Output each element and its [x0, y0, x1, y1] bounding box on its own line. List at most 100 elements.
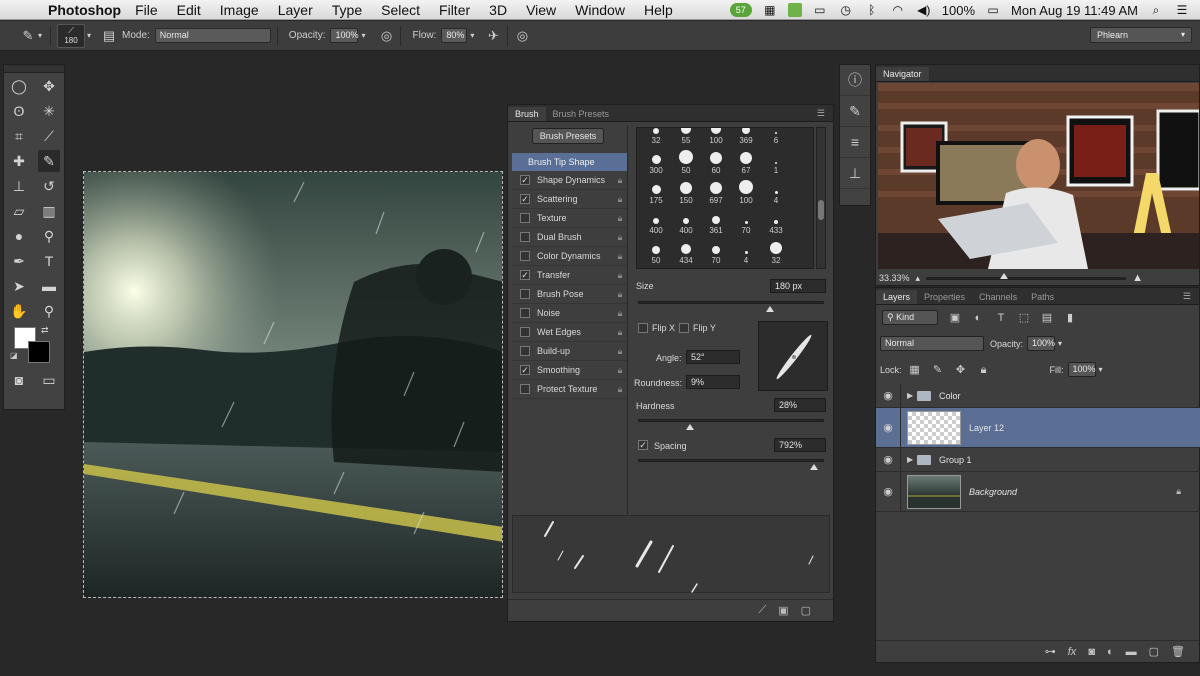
lock-all-icon[interactable]: 🔒︎	[977, 363, 991, 377]
option-lock-icon[interactable]: 🔒︎	[614, 193, 626, 205]
size-slider-knob[interactable]	[766, 306, 774, 312]
brush-option-dual-brush[interactable]: Dual Brush 🔒︎	[512, 228, 628, 247]
trash-icon[interactable]: 🗑︎	[1171, 645, 1185, 658]
tab-brush[interactable]: Brush	[508, 107, 546, 121]
tab-channels[interactable]: Channels	[972, 290, 1024, 304]
tip-grid-scrollbar[interactable]	[816, 127, 826, 269]
panel-grip[interactable]	[4, 65, 64, 73]
option-lock-icon[interactable]: 🔒︎	[614, 212, 626, 224]
tab-brush-presets[interactable]: Brush Presets	[546, 107, 617, 121]
size-field[interactable]: 180 px	[770, 279, 826, 293]
option-checkbox[interactable]: ✓	[520, 194, 530, 204]
brush-tip[interactable]: 300	[641, 150, 671, 175]
zoom-out-icon[interactable]: ▴	[916, 273, 921, 284]
menu-help[interactable]: Help	[644, 2, 673, 18]
visibility-eye-icon[interactable]: ◉	[876, 389, 900, 402]
expand-arrow-icon[interactable]: ▶	[907, 391, 917, 400]
option-checkbox[interactable]: ✓	[520, 365, 530, 375]
adjustment-layer-icon[interactable]: ◐	[1107, 646, 1114, 658]
clone-stamp-icon[interactable]: ⊥	[8, 175, 30, 197]
brush-tool-icon[interactable]: ✎	[20, 28, 36, 44]
brush-tip[interactable]: 70	[731, 210, 761, 235]
swap-colors-icon[interactable]: ⇄	[41, 325, 49, 336]
dodge-tool-icon[interactable]: ⚲	[38, 225, 60, 247]
brush-tip[interactable]: 32	[641, 128, 671, 145]
new-brush-icon[interactable]: ▢	[801, 604, 811, 617]
menu-type[interactable]: Type	[332, 2, 362, 18]
toggle-live-tip-icon[interactable]: ⟋	[758, 604, 766, 617]
background-color-swatch[interactable]	[28, 341, 50, 363]
clone-source-icon[interactable]: ⊥	[840, 158, 870, 189]
rectangle-tool-icon[interactable]: ▬	[38, 275, 60, 297]
brush-grid-icon[interactable]: ▣	[778, 604, 788, 617]
blend-mode-select[interactable]: Normal	[880, 336, 984, 351]
status-badge[interactable]: 57	[729, 3, 752, 17]
lock-position-icon[interactable]: ✥	[954, 363, 968, 377]
expand-arrow-icon[interactable]: ▶	[907, 455, 917, 464]
brush-option-wet-edges[interactable]: Wet Edges 🔒︎	[512, 323, 628, 342]
spacing-field[interactable]: 792%	[774, 438, 826, 452]
elliptical-marquee-icon[interactable]: ◯	[8, 75, 30, 97]
spacing-slider[interactable]	[638, 459, 824, 462]
link-layers-icon[interactable]: ⊶	[1045, 645, 1056, 658]
kind-filter-select[interactable]: ⚲ Kind	[882, 310, 938, 325]
brush-tip[interactable]: 361	[701, 210, 731, 235]
app-menu[interactable]: Photoshop	[48, 2, 121, 18]
add-mask-icon[interactable]: ◙	[1088, 646, 1095, 658]
brush-option-texture[interactable]: Texture 🔒︎	[512, 209, 628, 228]
option-checkbox[interactable]	[520, 251, 530, 261]
brush-tip[interactable]: 100	[731, 180, 761, 205]
brush-presets-dock-icon[interactable]: ✎	[840, 96, 870, 127]
opacity-arrow-icon[interactable]: ▾	[358, 28, 368, 44]
layer-row-color[interactable]: ◉ ▶ Color	[876, 384, 1200, 408]
brush-tip[interactable]: 55	[671, 128, 701, 145]
lock-image-icon[interactable]: ✎	[931, 363, 945, 377]
document-canvas[interactable]	[83, 171, 503, 598]
menu-select[interactable]: Select	[381, 2, 420, 18]
option-lock-icon[interactable]: 🔒︎	[614, 345, 626, 357]
time-machine-icon[interactable]: ◷	[838, 3, 854, 17]
filter-smart-object-icon[interactable]: ▤	[1040, 311, 1054, 325]
eyedropper-icon[interactable]: ⟋	[38, 125, 60, 147]
menu-file[interactable]: File	[135, 2, 158, 18]
brush-tip[interactable]: 6	[761, 128, 791, 145]
brush-tip[interactable]: 32	[761, 240, 791, 265]
lock-transparent-icon[interactable]: ▦	[908, 363, 922, 377]
flow-arrow-icon[interactable]: ▾	[467, 28, 477, 44]
brush-tip[interactable]: 50	[641, 240, 671, 265]
filter-adjustment-icon[interactable]: ◐	[971, 311, 985, 325]
adjustments-icon[interactable]: ≡	[840, 127, 870, 158]
brush-option-color-dynamics[interactable]: Color Dynamics 🔒︎	[512, 247, 628, 266]
tab-navigator[interactable]: Navigator	[876, 67, 929, 81]
brush-picker-arrow-icon[interactable]: ▾	[85, 28, 93, 44]
info-icon[interactable]: ⓘ	[840, 65, 870, 96]
visibility-eye-icon[interactable]: ◉	[876, 421, 900, 434]
size-slider[interactable]	[638, 301, 824, 304]
layer-row-layer-12[interactable]: ◉ Layer 12	[876, 408, 1200, 448]
brush-option-protect-texture[interactable]: Protect Texture 🔒︎	[512, 380, 628, 399]
option-checkbox[interactable]	[520, 232, 530, 242]
wifi-icon[interactable]: ◠	[890, 3, 906, 17]
hardness-field[interactable]: 28%	[774, 398, 826, 412]
menu-image[interactable]: Image	[220, 2, 259, 18]
filter-toggle-icon[interactable]: ▮	[1063, 311, 1077, 325]
layers-menu-icon[interactable]: ☰	[1175, 289, 1199, 304]
brush-tip[interactable]: 434	[671, 240, 701, 265]
option-checkbox[interactable]	[520, 213, 530, 223]
crop-tool-icon[interactable]: ⌗	[8, 125, 30, 147]
move-tool-icon[interactable]: ✥	[38, 75, 60, 97]
brush-option-smoothing[interactable]: ✓ Smoothing 🔒︎	[512, 361, 628, 380]
screen-mode-icon[interactable]: ▭	[38, 369, 60, 391]
airplay-icon[interactable]: ▭	[812, 3, 828, 17]
spacing-checkbox[interactable]: ✓	[638, 440, 648, 450]
option-lock-icon[interactable]: 🔒︎	[614, 364, 626, 376]
navigator-zoom-field[interactable]: 33.33%	[879, 273, 910, 283]
brush-tip-grid[interactable]: 32 55 100 369 6 300 50 60 67 1 175 150 697 100 4 400 400…	[636, 127, 814, 269]
default-colors-icon[interactable]: ◪	[10, 351, 18, 360]
tab-properties[interactable]: Properties	[917, 290, 972, 304]
gradient-icon[interactable]: ▥	[38, 200, 60, 222]
filter-shape-icon[interactable]: ⬚	[1017, 311, 1031, 325]
visibility-eye-icon[interactable]: ◉	[876, 453, 900, 466]
option-lock-icon[interactable]: 🔒︎	[614, 326, 626, 338]
pressure-size-icon[interactable]: ◎	[514, 28, 530, 44]
